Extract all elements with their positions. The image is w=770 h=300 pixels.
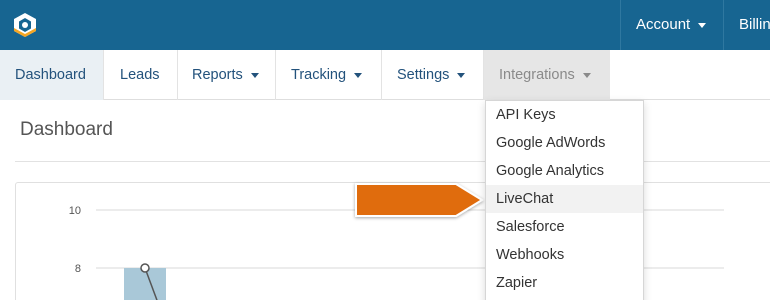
menu-item-livechat[interactable]: LiveChat	[486, 185, 643, 213]
nav-dashboard[interactable]: Dashboard	[0, 50, 104, 100]
nav-settings[interactable]: Settings	[382, 50, 484, 100]
nav-reports[interactable]: Reports	[178, 50, 276, 100]
account-menu[interactable]: Account	[620, 0, 723, 50]
divider	[15, 161, 770, 162]
nav-tracking[interactable]: Tracking	[276, 50, 382, 100]
menu-item-google-adwords[interactable]: Google AdWords	[486, 129, 643, 157]
billing-menu[interactable]: Billing	[723, 0, 770, 50]
account-label: Account	[636, 16, 691, 33]
chevron-down-icon	[698, 22, 707, 28]
nav-settings-label: Settings	[397, 67, 450, 83]
main-nav: Dashboard Leads Reports Tracking Setting…	[0, 50, 770, 100]
menu-item-zapier[interactable]: Zapier	[486, 269, 643, 297]
chevron-down-icon	[354, 72, 363, 78]
billing-label: Billing	[739, 16, 770, 33]
menu-item-webhooks[interactable]: Webhooks	[486, 241, 643, 269]
pointer-arrow-icon	[355, 183, 484, 217]
menu-item-api-keys[interactable]: API Keys	[486, 101, 643, 129]
nav-leads-label: Leads	[120, 67, 160, 83]
menu-item-salesforce[interactable]: Salesforce	[486, 213, 643, 241]
chevron-down-icon	[457, 72, 466, 78]
logo-icon[interactable]	[12, 12, 38, 38]
chart-bar[interactable]	[124, 268, 166, 300]
integrations-dropdown: API Keys Google AdWords Google Analytics…	[485, 100, 644, 300]
page-title: Dashboard	[20, 119, 113, 140]
top-bar: Account Billing	[0, 0, 770, 50]
nav-dashboard-label: Dashboard	[15, 67, 86, 83]
nav-integrations-label: Integrations	[499, 67, 575, 83]
nav-reports-label: Reports	[192, 67, 243, 83]
nav-integrations[interactable]: Integrations	[484, 50, 610, 100]
data-point[interactable]	[140, 263, 150, 273]
menu-item-google-analytics[interactable]: Google Analytics	[486, 157, 643, 185]
y-tick-label: 8	[75, 263, 81, 275]
nav-leads[interactable]: Leads	[104, 50, 178, 100]
chevron-down-icon	[582, 72, 591, 78]
chevron-down-icon	[250, 72, 259, 78]
y-tick-label: 10	[69, 205, 81, 217]
nav-tracking-label: Tracking	[291, 67, 347, 83]
